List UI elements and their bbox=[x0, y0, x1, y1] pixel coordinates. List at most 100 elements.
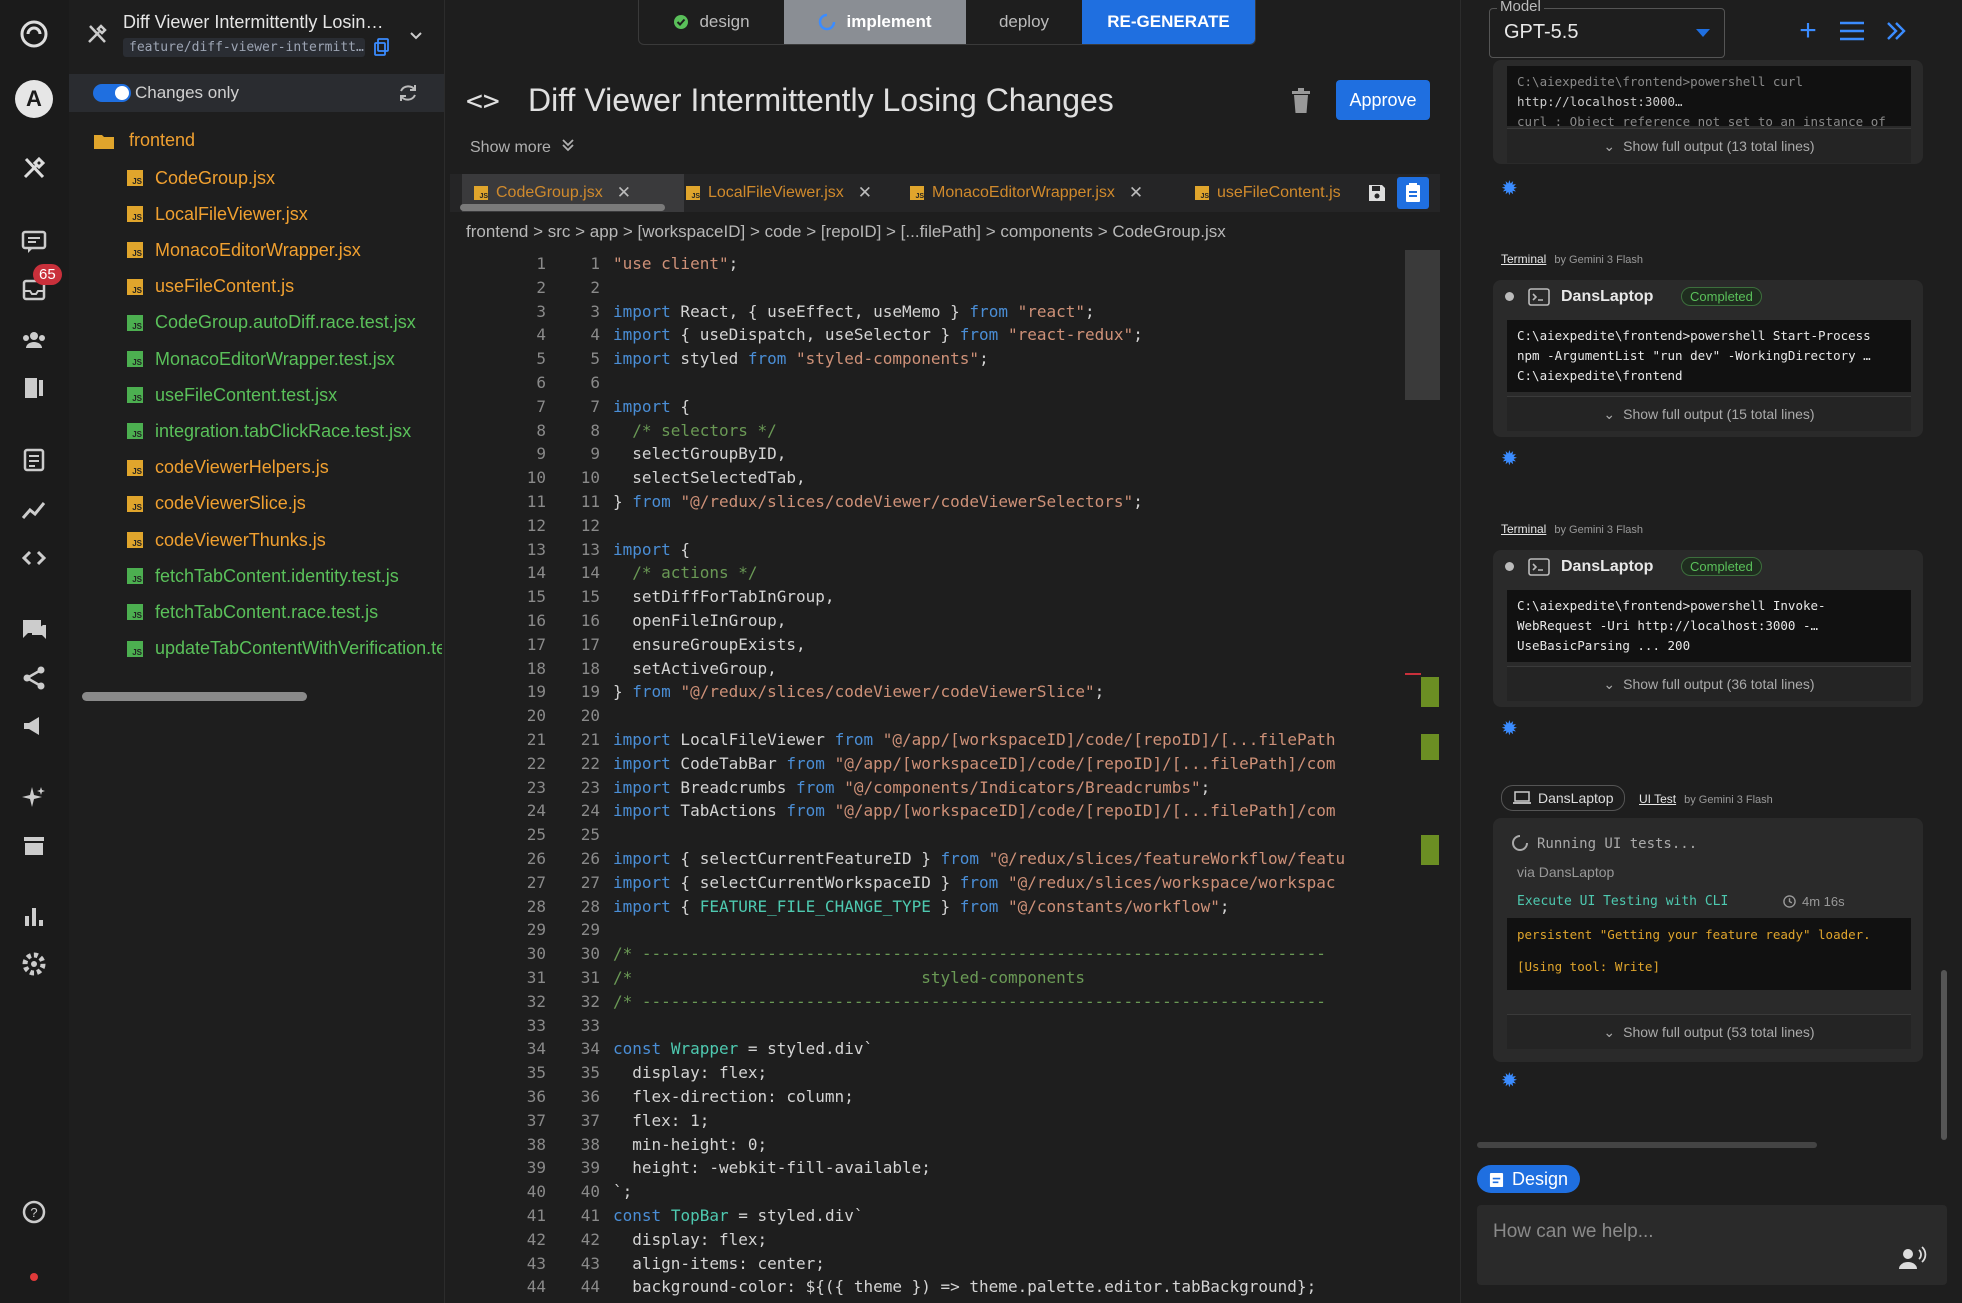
code-line[interactable]: 29 29 bbox=[450, 918, 1385, 942]
code-line[interactable]: 3 3 import React, { useEffect, useMemo } f… bbox=[450, 300, 1385, 324]
machine-chip[interactable]: DansLaptop bbox=[1501, 785, 1625, 811]
share-icon[interactable] bbox=[14, 658, 54, 698]
store-icon[interactable] bbox=[14, 826, 54, 866]
code-line[interactable]: 37 37 flex: 1; bbox=[450, 1109, 1385, 1133]
messages-icon[interactable] bbox=[14, 610, 54, 650]
code-view[interactable]: 1 1 "use client"; 2 2 3 3 import React, { useEf… bbox=[450, 250, 1385, 1303]
file-item[interactable]: JS integration.tabClickRace.test.jsx bbox=[127, 416, 442, 446]
copy-icon[interactable] bbox=[374, 38, 390, 56]
code-line[interactable]: 14 14 /* actions */ bbox=[450, 561, 1385, 585]
code-line[interactable]: 1 1 "use client"; bbox=[450, 252, 1385, 276]
code-line[interactable]: 10 10 selectSelectedTab, bbox=[450, 466, 1385, 490]
stats-icon[interactable] bbox=[14, 896, 54, 936]
code-line[interactable]: 19 19} from "@/redux/slices/codeViewer/co… bbox=[450, 680, 1385, 704]
tools-icon[interactable] bbox=[14, 148, 54, 188]
code-line[interactable]: 34 34 const Wrapper = styled.div` bbox=[450, 1037, 1385, 1061]
horizontal-scrollbar[interactable] bbox=[1477, 1142, 1817, 1148]
code-line[interactable]: 41 41 const TopBar = styled.div` bbox=[450, 1204, 1385, 1228]
gear-icon[interactable] bbox=[14, 944, 54, 984]
minimap[interactable] bbox=[1405, 250, 1440, 1303]
code-line[interactable]: 22 22 import CodeTabBar from "@/app/[works… bbox=[450, 752, 1385, 776]
show-full-output-button[interactable]: ⌄ Show full output (15 total lines) bbox=[1507, 396, 1911, 431]
code-line[interactable]: 38 38 min-height: 0; bbox=[450, 1133, 1385, 1157]
close-icon[interactable]: ✕ bbox=[1129, 183, 1143, 203]
app-logo-icon[interactable] bbox=[14, 14, 54, 54]
voice-input-icon[interactable] bbox=[1897, 1245, 1927, 1271]
code-line[interactable]: 27 27 import { selectCurrentWorkspaceID } … bbox=[450, 871, 1385, 895]
code-line[interactable]: 9 9 selectGroupByID, bbox=[450, 442, 1385, 466]
chat-input[interactable]: How can we help... bbox=[1477, 1205, 1947, 1285]
show-full-output-button[interactable]: ⌄ Show full output (36 total lines) bbox=[1507, 666, 1911, 701]
file-item[interactable]: JS codeViewerSlice.js bbox=[127, 489, 442, 519]
file-item[interactable]: JS MonacoEditorWrapper.jsx bbox=[127, 235, 442, 265]
regenerate-button[interactable]: RE-GENERATE bbox=[1082, 0, 1255, 44]
menu-icon[interactable] bbox=[1835, 14, 1869, 48]
terminal-tab-label[interactable]: Terminal by Gemini 3 Flash bbox=[1501, 522, 1643, 536]
code-line[interactable]: 23 23 import Breadcrumbs from "@/component… bbox=[450, 776, 1385, 800]
code-line[interactable]: 43 43 align-items: center; bbox=[450, 1252, 1385, 1276]
bug-icon[interactable]: ✹ bbox=[1501, 1068, 1523, 1092]
show-full-output-button[interactable]: ⌄ Show full output (53 total lines) bbox=[1507, 1014, 1911, 1049]
file-item[interactable]: JS fetchTabContent.identity.test.js bbox=[127, 561, 442, 591]
code-line[interactable]: 17 17 ensureGroupExists, bbox=[450, 633, 1385, 657]
stage-deploy[interactable]: deploy bbox=[966, 0, 1082, 44]
code-line[interactable]: 4 4 import { useDispatch, useSelector } fr… bbox=[450, 323, 1385, 347]
double-chevron-right-icon[interactable] bbox=[1879, 14, 1913, 48]
close-icon[interactable]: ✕ bbox=[617, 183, 631, 203]
ui-test-tab-label[interactable]: UI Test by Gemini 3 Flash bbox=[1639, 792, 1773, 806]
stage-design[interactable]: design bbox=[639, 0, 784, 44]
code-line[interactable]: 33 33 bbox=[450, 1014, 1385, 1038]
code-line[interactable]: 35 35 display: flex; bbox=[450, 1061, 1385, 1085]
bug-icon[interactable]: ✹ bbox=[1501, 716, 1523, 740]
approve-button[interactable]: Approve bbox=[1336, 80, 1430, 120]
file-item[interactable]: JS useFileContent.test.jsx bbox=[127, 380, 442, 410]
tab-scrollbar[interactable] bbox=[460, 204, 665, 211]
tasks-icon[interactable] bbox=[14, 440, 54, 480]
code-line[interactable]: 22 bbox=[450, 276, 1385, 300]
code-line[interactable]: 13 13 import { bbox=[450, 538, 1385, 562]
code-line[interactable]: 8 8 /* selectors */ bbox=[450, 419, 1385, 443]
tab-localfileviewer[interactable]: JS LocalFileViewer.jsx ✕ bbox=[686, 174, 872, 212]
minimap-slider[interactable] bbox=[1405, 250, 1440, 400]
analytics-icon[interactable] bbox=[14, 490, 54, 530]
code-line[interactable]: 21 21 import LocalFileViewer from "@/app/[… bbox=[450, 728, 1385, 752]
show-full-output-button[interactable]: ⌄ Show full output (13 total lines) bbox=[1507, 128, 1911, 163]
code-line[interactable]: 15 15 setDiffForTabInGroup, bbox=[450, 585, 1385, 609]
code-line[interactable]: 11 11} from "@/redux/slices/codeViewer/co… bbox=[450, 490, 1385, 514]
trash-icon[interactable] bbox=[1290, 88, 1312, 114]
changes-only-toggle[interactable] bbox=[93, 84, 131, 102]
file-item[interactable]: JS useFileContent.js bbox=[127, 272, 442, 302]
chat-icon[interactable] bbox=[14, 222, 54, 262]
copy-file-button[interactable] bbox=[1397, 177, 1429, 209]
folder-frontend[interactable]: frontend bbox=[93, 130, 195, 151]
code-line[interactable]: 20 20 bbox=[450, 704, 1385, 728]
code-line[interactable]: 5 5 import styled from "styled-components"… bbox=[450, 347, 1385, 371]
help-icon[interactable]: ? bbox=[14, 1192, 54, 1232]
close-icon[interactable]: ✕ bbox=[858, 183, 872, 203]
design-mode-chip[interactable]: Design bbox=[1477, 1165, 1581, 1193]
file-item[interactable]: JS CodeGroup.jsx bbox=[127, 163, 442, 193]
code-line[interactable]: 31 31 /* styled-components bbox=[450, 966, 1385, 990]
code-line[interactable]: 42 42 display: flex; bbox=[450, 1228, 1385, 1252]
file-item[interactable]: JS updateTabContentWithVerification.test.… bbox=[127, 634, 442, 664]
code-line[interactable]: 44 44 background-color: ${({ theme }) => … bbox=[450, 1275, 1385, 1299]
model-select[interactable]: GPT-5.5 bbox=[1489, 8, 1725, 58]
file-item[interactable]: JS codeViewerThunks.js bbox=[127, 525, 442, 555]
code-line[interactable]: 30 30 /* ---------------------------------… bbox=[450, 942, 1385, 966]
code-line[interactable]: 26 26 import { selectCurrentFeatureID } fr… bbox=[450, 847, 1385, 871]
code-line[interactable]: 7 7 import { bbox=[450, 395, 1385, 419]
code-line[interactable]: 16 16 openFileInGroup, bbox=[450, 609, 1385, 633]
tab-usefilecontent[interactable]: JS useFileContent.js bbox=[1195, 174, 1341, 212]
code-line[interactable]: 36 36 flex-direction: column; bbox=[450, 1085, 1385, 1109]
tab-monacoeditorwrapper[interactable]: JS MonacoEditorWrapper.jsx ✕ bbox=[910, 174, 1143, 212]
chevron-down-icon[interactable] bbox=[409, 28, 423, 40]
code-line[interactable]: 18 18 setActiveGroup, bbox=[450, 657, 1385, 681]
bug-icon[interactable]: ✹ bbox=[1501, 176, 1523, 200]
code-line[interactable]: 12 12 bbox=[450, 514, 1385, 538]
file-item[interactable]: JS LocalFileViewer.jsx bbox=[127, 199, 442, 229]
code-icon[interactable] bbox=[14, 538, 54, 578]
file-item[interactable]: JS CodeGroup.autoDiff.race.test.jsx bbox=[127, 308, 442, 338]
bug-icon[interactable]: ✹ bbox=[1501, 446, 1523, 470]
code-line[interactable]: 24 24 import TabActions from "@/app/[works… bbox=[450, 799, 1385, 823]
avatar[interactable]: A bbox=[15, 80, 53, 118]
